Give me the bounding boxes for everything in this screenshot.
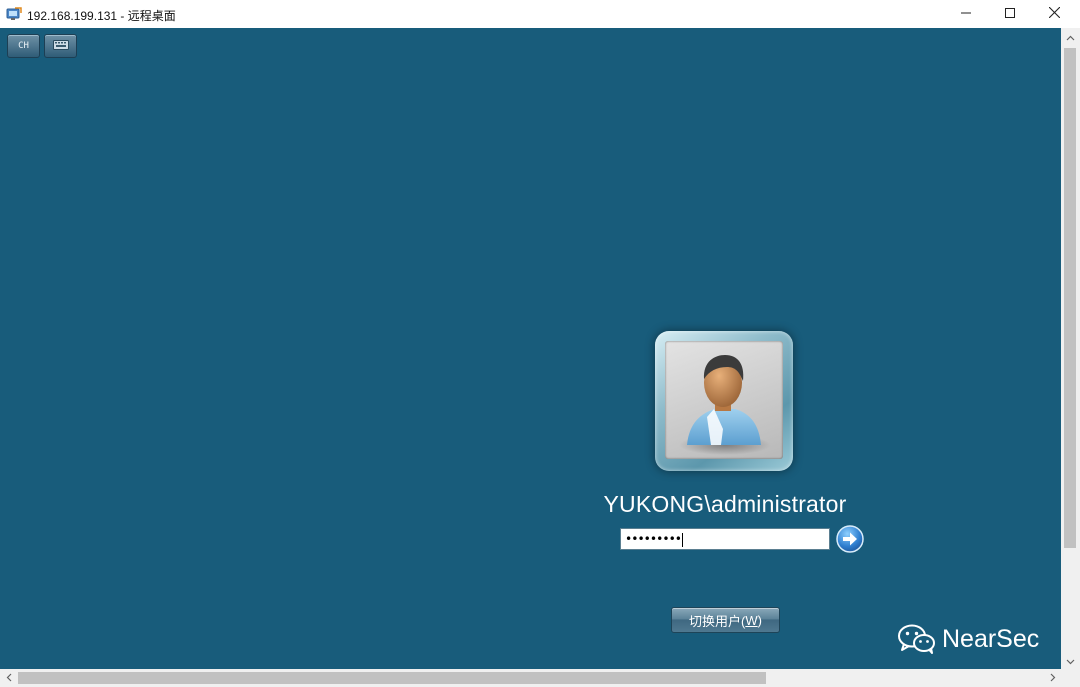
submit-login-button[interactable]: [836, 525, 864, 553]
minimize-button[interactable]: [944, 0, 988, 28]
scroll-up-button[interactable]: [1061, 28, 1080, 45]
password-field[interactable]: •••••••••: [620, 528, 830, 550]
user-avatar-icon: [665, 341, 783, 459]
switch-user-button[interactable]: 切换用户(W): [671, 607, 780, 633]
language-label: CH: [18, 41, 29, 51]
chevron-right-icon: [1050, 669, 1056, 687]
scrollbar-corner: [1061, 669, 1080, 687]
horizontal-scroll-thumb[interactable]: [18, 672, 766, 684]
minimize-icon: [961, 5, 971, 23]
chevron-down-icon: [1066, 652, 1075, 670]
language-bar-button[interactable]: CH: [7, 34, 40, 58]
switch-user-suffix: ): [757, 612, 762, 628]
close-button[interactable]: [1032, 0, 1076, 28]
username-label: YUKONG\administrator: [603, 491, 847, 517]
switch-user-accel: W: [745, 612, 758, 628]
scroll-left-button[interactable]: [0, 669, 17, 687]
keyboard-icon: [52, 39, 69, 53]
text-caret: [682, 532, 684, 547]
scroll-down-button[interactable]: [1061, 652, 1080, 669]
user-tile[interactable]: [655, 331, 793, 471]
watermark-text: NearSec: [942, 624, 1040, 653]
watermark: NearSec: [898, 624, 1039, 654]
chevron-up-icon: [1066, 28, 1075, 46]
switch-user-label: 切换用户(: [689, 613, 746, 629]
maximize-button[interactable]: [988, 0, 1032, 28]
vertical-scrollbar[interactable]: [1061, 28, 1080, 669]
vertical-scroll-thumb[interactable]: [1064, 48, 1076, 548]
arrow-right-icon: [836, 525, 864, 557]
chevron-left-icon: [6, 669, 12, 687]
title-bar: 192.168.199.131 - 远程桌面: [0, 0, 1080, 28]
keyboard-button[interactable]: [44, 34, 77, 58]
close-icon: [1048, 5, 1060, 23]
horizontal-scrollbar[interactable]: [0, 669, 1061, 687]
password-mask: •••••••••: [625, 532, 682, 546]
wechat-icon: [898, 624, 936, 654]
window-title: 192.168.199.131 - 远程桌面: [27, 9, 176, 23]
maximize-icon: [1005, 5, 1015, 23]
remote-desktop-area[interactable]: CH YUKONG\administrator ••••••••• 切换用户(…: [0, 28, 1061, 669]
scroll-right-button[interactable]: [1044, 669, 1061, 687]
remote-desktop-icon: [6, 6, 22, 22]
